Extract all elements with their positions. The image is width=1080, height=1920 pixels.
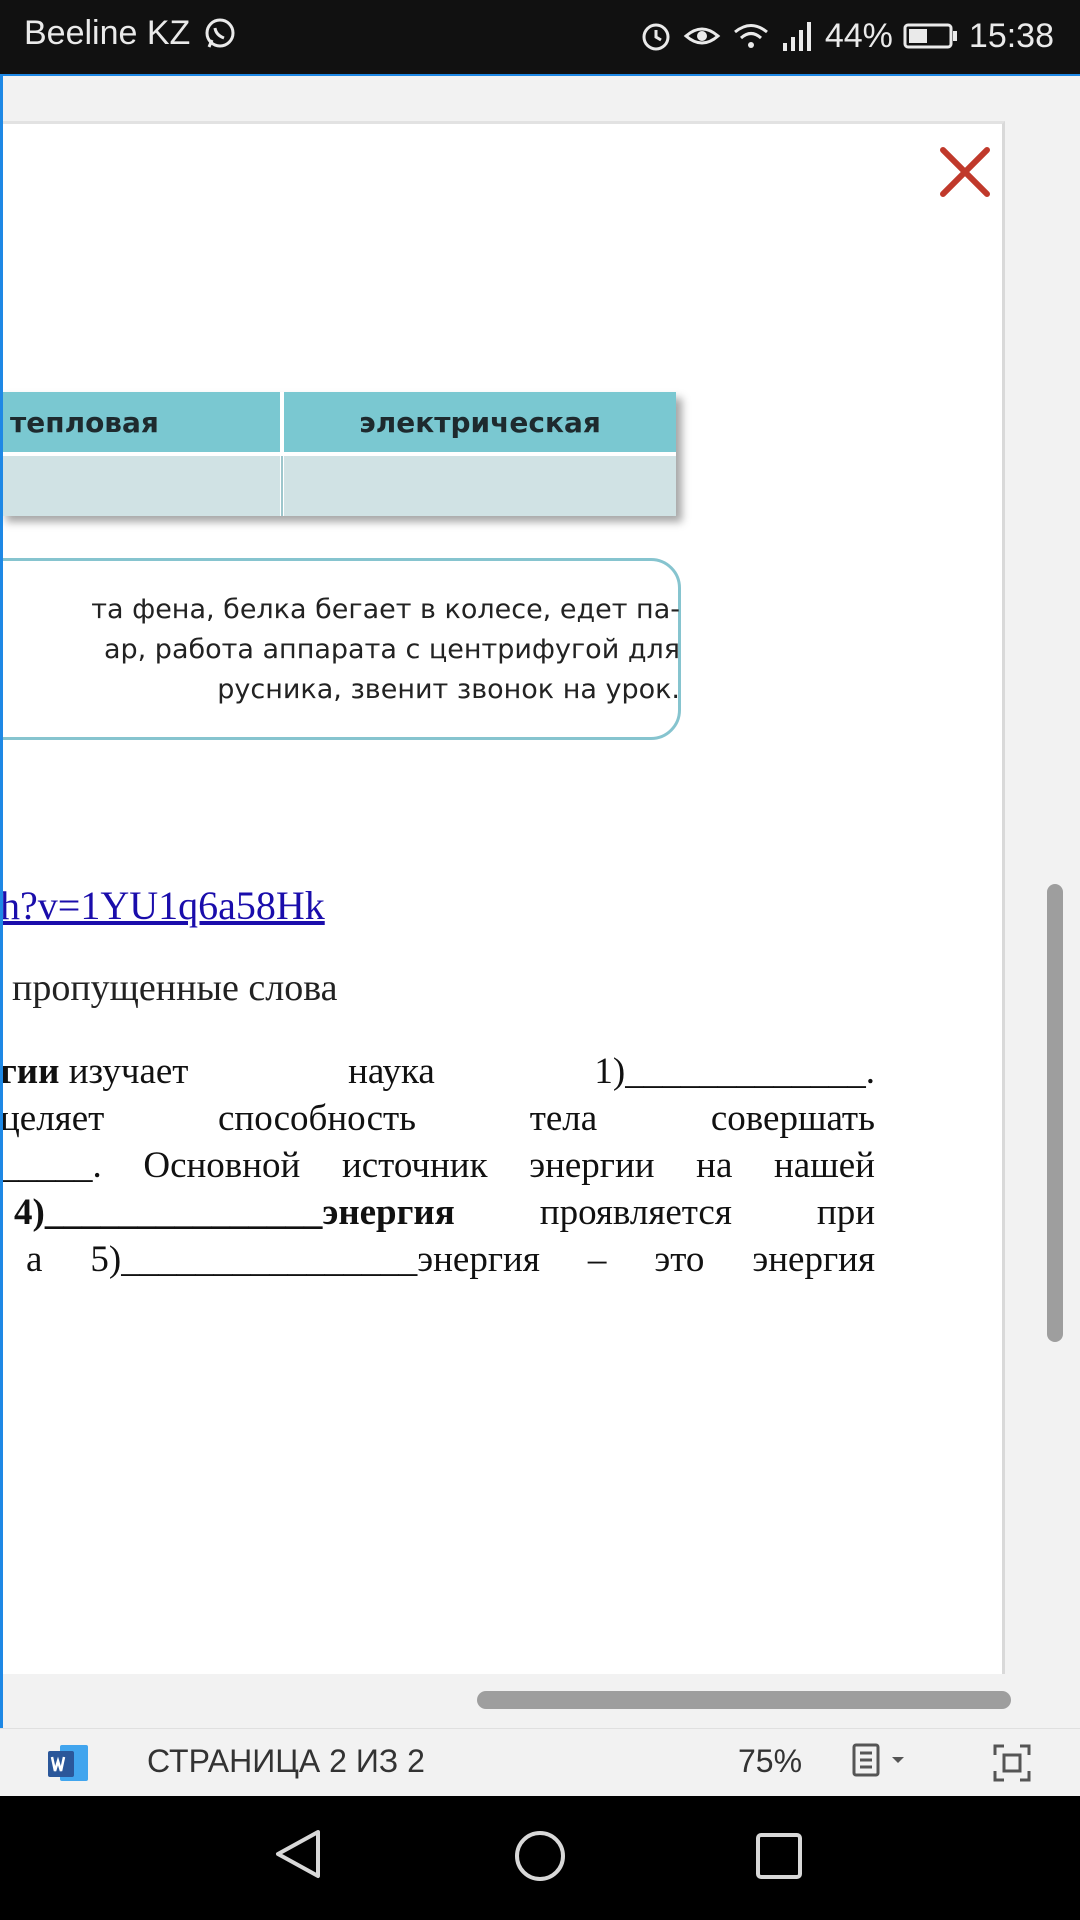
energy-table: тепловая электрическая <box>0 392 676 516</box>
paragraph-word: проявляется <box>539 1192 732 1233</box>
examples-text: та фена, белка бегает в колесе, едет па-… <box>0 590 680 710</box>
battery-icon <box>903 22 959 50</box>
answer-blank-4: 4)_______________ <box>14 1192 323 1233</box>
wifi-icon <box>731 19 771 53</box>
page-indicator: СТРАНИЦА 2 ИЗ 2 <box>147 1743 425 1779</box>
battery-percent: 44% <box>824 16 893 55</box>
answer-blank-5: 5)________________энергия <box>90 1239 540 1280</box>
close-icon[interactable] <box>935 142 995 202</box>
paragraph-word: на <box>696 1145 733 1186</box>
paragraph-word: при <box>816 1192 875 1233</box>
paragraph-line: целяет способность тела совершать <box>0 1097 875 1144</box>
status-bar: Beeline KZ 44% 15:38 <box>0 0 1080 74</box>
status-icons: 44% 15:38 <box>639 14 1054 58</box>
paragraph-line: _____. Основной источник энергии на наше… <box>0 1144 875 1191</box>
paragraph-word: энергии <box>529 1145 655 1186</box>
zoom-level[interactable]: 75% <box>738 1743 802 1780</box>
paragraph-word: нашей <box>774 1145 875 1186</box>
table-cell <box>0 456 280 516</box>
signal-icon <box>781 19 815 53</box>
whatsapp-icon <box>203 17 237 56</box>
paragraph-word: гии <box>0 1051 60 1092</box>
answer-blank-1: 1)_____________. <box>594 1051 875 1092</box>
paragraph-word: тела <box>529 1098 598 1139</box>
vertical-scrollbar[interactable] <box>1047 884 1063 1342</box>
fullscreen-icon[interactable] <box>992 1743 1032 1788</box>
eye-icon <box>683 19 721 53</box>
horizontal-scrollbar[interactable] <box>477 1691 1011 1709</box>
recent-apps-icon[interactable] <box>755 1832 803 1885</box>
paragraph-word: а <box>26 1239 43 1280</box>
table-divider <box>0 452 676 456</box>
task-heading: пропущенные слова <box>12 967 338 1009</box>
paragraph-word: совершать <box>710 1098 875 1139</box>
paragraph-word: целяет <box>0 1098 105 1139</box>
paragraph-word: – <box>587 1239 607 1280</box>
navigation-bar <box>0 1796 1080 1920</box>
table-header-cell: тепловая <box>0 392 280 452</box>
examples-line: ар, работа аппарата с центрифугой для <box>103 634 680 665</box>
paragraph-line: гии изучает наука 1)_____________. <box>0 1050 875 1097</box>
examples-line: та фена, белка бегает в колесе, едет па- <box>91 594 680 625</box>
home-icon[interactable] <box>512 1828 568 1889</box>
paragraph-word: изучает <box>68 1051 189 1092</box>
paragraph-word: это <box>654 1239 705 1280</box>
paragraph-word: способность <box>217 1098 417 1139</box>
video-link[interactable]: h?v=1YU1q6a58Hk <box>0 882 325 929</box>
paragraph-word: наука <box>348 1051 435 1092</box>
focus-border-top <box>0 74 1080 76</box>
paragraph-line: 4)_______________энергия проявляется при <box>0 1191 875 1238</box>
table-divider <box>281 456 283 516</box>
table-cell <box>284 456 676 516</box>
word-icon <box>46 1743 90 1788</box>
view-mode-button[interactable] <box>852 1741 916 1786</box>
document-toolbar: СТРАНИЦА 2 ИЗ 2 75% <box>0 1728 1080 1797</box>
carrier-name: Beeline KZ <box>24 14 191 52</box>
paragraph-word: Основной <box>143 1145 301 1186</box>
table-header-cell: электрическая <box>284 392 676 452</box>
back-icon[interactable] <box>270 1826 326 1887</box>
answer-blank: _____. <box>0 1145 102 1186</box>
clock: 15:38 <box>968 16 1054 55</box>
alarm-icon <box>639 19 673 53</box>
examples-line: русника, звенит звонок на урок. <box>217 674 680 705</box>
paragraph-word: энергия <box>322 1192 455 1233</box>
paragraph-line: а 5)________________энергия – это энерги… <box>0 1238 875 1285</box>
paragraph-word: энергия <box>752 1239 875 1280</box>
focus-border-left <box>0 74 3 1796</box>
paragraph-word: источник <box>341 1145 488 1186</box>
task-paragraph: гии изучает наука 1)_____________. целяе… <box>0 1050 875 1285</box>
